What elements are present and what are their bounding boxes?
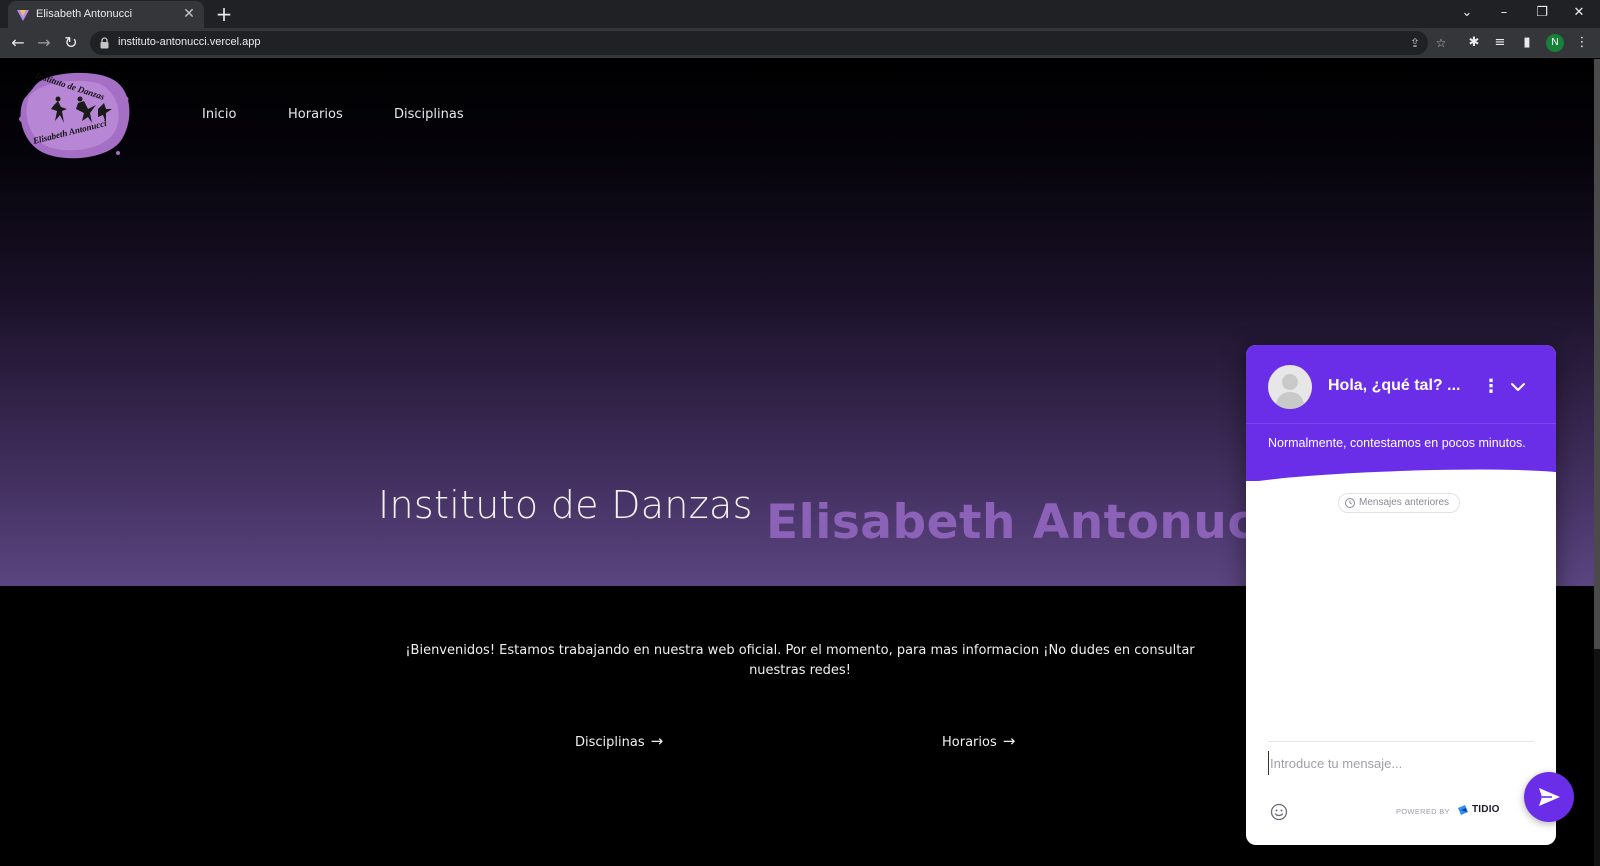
- chat-message-input[interactable]: [1268, 751, 1488, 775]
- close-window-icon[interactable]: ✕: [1562, 2, 1596, 24]
- url-text: instituto-antonucci.vercel.app: [118, 36, 261, 48]
- tab-strip: Elisabeth Antonucci ✕ + ⌄ – ❐ ✕: [0, 0, 1600, 28]
- previous-messages-button[interactable]: Mensajes anteriores: [1338, 493, 1461, 513]
- chat-title: Hola, ¿qué tal? ...: [1328, 377, 1461, 394]
- tidio-brand[interactable]: TIDIO: [1472, 804, 1500, 815]
- address-bar[interactable]: instituto-antonucci.vercel.app ⇪ ☆: [90, 31, 1446, 55]
- arrow-right-icon: →: [1002, 732, 1016, 750]
- restore-icon[interactable]: ❐: [1525, 2, 1559, 24]
- forward-icon[interactable]: →: [32, 31, 56, 55]
- tidio-logo-icon: [1458, 805, 1468, 815]
- user-silhouette-icon: [1275, 374, 1305, 409]
- chat-header: Hola, ¿qué tal? ... ⋮ Normalmente, conte…: [1246, 345, 1556, 481]
- arrow-right-icon: →: [650, 732, 664, 750]
- page-scrollbar[interactable]: [1594, 59, 1600, 866]
- chat-more-options-icon[interactable]: ⋮: [1482, 375, 1500, 399]
- profile-avatar[interactable]: N: [1546, 34, 1564, 52]
- minimize-icon[interactable]: –: [1487, 2, 1521, 24]
- chat-agent-avatar: [1268, 365, 1312, 409]
- chat-widget: Hola, ¿qué tal? ... ⋮ Normalmente, conte…: [1246, 345, 1556, 845]
- nav-link-disciplinas[interactable]: Disciplinas: [394, 107, 464, 122]
- nav-link-inicio[interactable]: Inicio: [202, 107, 236, 122]
- scrollbar-thumb[interactable]: [1594, 59, 1600, 649]
- emoji-icon[interactable]: [1270, 803, 1288, 821]
- chat-input-divider: [1268, 741, 1534, 742]
- browser-toolbar: ← → ↻ instituto-antonucci.vercel.app ⇪ ☆…: [0, 28, 1600, 58]
- browser-menu-icon[interactable]: ⋮: [1572, 33, 1592, 53]
- reading-list-icon[interactable]: ≡: [1490, 33, 1510, 53]
- welcome-text: ¡Bienvenidos! Estamos trabajando en nues…: [405, 643, 1195, 678]
- extensions-icon[interactable]: ✱: [1464, 33, 1484, 53]
- hero-title: Instituto de Danzas: [378, 483, 753, 527]
- chat-header-divider: [1246, 423, 1556, 424]
- powered-by-label: POWERED BY: [1396, 807, 1450, 816]
- tab-close-icon[interactable]: ✕: [180, 5, 198, 23]
- cta-horarios-label: Horarios: [942, 735, 997, 750]
- history-icon: [1345, 498, 1355, 508]
- chat-response-time: Normalmente, contestamos en pocos minuto…: [1268, 436, 1526, 450]
- side-panel-icon[interactable]: ▮: [1517, 33, 1537, 53]
- reload-icon[interactable]: ↻: [59, 31, 83, 55]
- site-logo[interactable]: Instituto de Danzas Elisabeth Antonucci: [14, 69, 132, 161]
- vercel-favicon-icon: [17, 10, 29, 21]
- nav-link-horarios[interactable]: Horarios: [288, 107, 343, 122]
- bookmark-star-icon[interactable]: ☆: [1432, 34, 1450, 52]
- chevron-down-icon[interactable]: [1508, 377, 1528, 397]
- share-icon[interactable]: ⇪: [1406, 34, 1424, 52]
- lock-icon: [100, 37, 109, 49]
- hero-accent-title: Elisabeth Antonucci: [766, 495, 1301, 550]
- cta-disciplinas-label: Disciplinas: [575, 735, 645, 750]
- send-icon: [1539, 788, 1560, 806]
- browser-tab[interactable]: Elisabeth Antonucci ✕: [8, 1, 204, 28]
- tab-title: Elisabeth Antonucci: [36, 8, 133, 20]
- tab-search-icon[interactable]: ⌄: [1450, 2, 1484, 24]
- cta-horarios-link[interactable]: Horarios →: [942, 732, 1015, 750]
- back-icon[interactable]: ←: [6, 31, 30, 55]
- new-tab-icon[interactable]: +: [214, 4, 234, 24]
- send-message-button[interactable]: [1524, 772, 1574, 822]
- cta-disciplinas-link[interactable]: Disciplinas →: [575, 732, 663, 750]
- previous-messages-label: Mensajes anteriores: [1359, 497, 1450, 508]
